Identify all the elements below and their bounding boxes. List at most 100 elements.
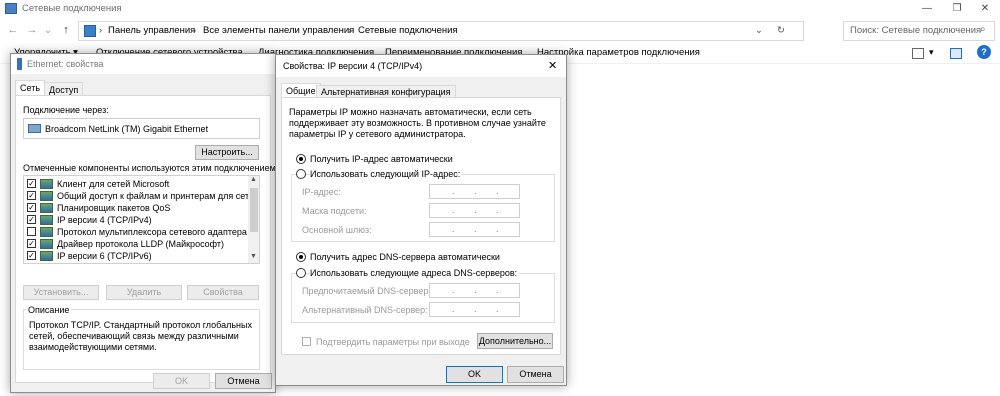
component-checkbox[interactable]: ✓ [27,251,36,260]
ethernet-dialog-title: Ethernet: свойства [27,59,104,69]
network-component-icon [40,251,53,261]
ip-manual-label[interactable]: Использовать следующий IP-адрес: [310,169,463,179]
address-bar[interactable]: › Панель управления › Все элементы панел… [78,21,804,41]
recent-locations-button[interactable]: ⌄ [40,22,56,38]
search-placeholder: Поиск: Сетевые подключения [850,25,982,36]
ipv4-cancel-button[interactable]: Отмена [507,366,564,383]
address-dropdown-icon[interactable]: ⌄ [755,25,763,36]
gateway-field[interactable]: ... [429,222,520,237]
validate-label: Подтвердить параметры при выходе [316,337,470,347]
search-icon[interactable]: ⌕ [980,24,986,35]
scroll-up-icon[interactable]: ▲ [250,176,257,183]
network-component-icon [40,203,53,213]
preview-pane-icon[interactable] [950,48,962,59]
component-row[interactable]: ✓ IP версии 6 (TCP/IPv6) [24,250,246,262]
control-panel-icon [84,25,96,37]
ethernet-icon [17,58,22,70]
component-row[interactable]: Протокол мультиплексора сетевого адаптер… [24,226,259,238]
component-row[interactable]: ✓ IP версии 4 (TCP/IPv4) [24,214,246,226]
breadcrumb-sep: › [193,25,197,36]
network-component-icon [40,227,53,237]
forward-button[interactable]: → [24,22,40,38]
component-checkbox[interactable]: ✓ [27,239,36,248]
subnet-mask-field[interactable]: ... [429,203,520,218]
dns-auto-label[interactable]: Получить адрес DNS-сервера автоматически [310,252,500,262]
component-label: Общий доступ к файлам и принтерам для се… [57,191,260,201]
description-label: Описание [26,305,72,315]
component-checkbox[interactable]: ✓ [27,203,36,212]
ip-manual-radio[interactable] [296,169,306,179]
component-checkbox[interactable]: ✓ [27,179,36,188]
component-label: IP версии 6 (TCP/IPv6) [57,251,152,261]
dns-preferred-label: Предпочитаемый DNS-сервер: [302,286,431,296]
connect-via-label: Подключение через: [23,105,109,115]
remove-button[interactable]: Удалить [106,285,182,300]
network-component-icon [40,179,53,189]
dns-manual-radio[interactable] [296,268,306,278]
network-component-icon [40,215,53,225]
components-label: Отмеченные компоненты используются этим … [23,163,279,173]
tab-sharing[interactable]: Доступ [44,82,84,96]
components-scrollbar[interactable]: ▲ ▼ [248,176,259,263]
ethernet-ok-button[interactable]: OK [153,373,210,389]
ipv4-dialog-title: Свойства: IP версии 4 (TCP/IPv4) [283,61,423,71]
install-button[interactable]: Установить... [23,285,99,300]
component-label: IP версии 4 (TCP/IPv4) [57,215,152,225]
refresh-icon[interactable]: ↻ [777,25,785,36]
ipv4-ok-button[interactable]: OK [446,366,503,383]
properties-button[interactable]: Свойства [187,285,259,300]
component-label: Драйвер протокола LLDP (Майкрософт) [57,239,225,249]
intro-text: Параметры IP можно назначать автоматичес… [289,107,546,139]
search-input[interactable]: Поиск: Сетевые подключения ⌕ [843,21,995,41]
view-dropdown-icon[interactable]: ▾ [929,47,934,58]
ip-address-field[interactable]: ... [429,184,520,199]
tab-general[interactable]: Общие [281,83,321,98]
dns-alternate-field[interactable]: ... [429,302,520,317]
general-tab-panel: Параметры IP можно назначать автоматичес… [281,97,561,355]
minimize-button[interactable]: — [912,0,942,18]
breadcrumb-network-connections[interactable]: Сетевые подключения [358,25,458,36]
dns-auto-radio[interactable] [296,252,306,262]
window-titlebar: Сетевые подключения — ❐ ✕ [0,0,1000,18]
ipv4-properties-dialog: Свойства: IP версии 4 (TCP/IPv4) ✕ Общие… [275,54,567,386]
breadcrumb-control-panel[interactable]: Панель управления [108,25,195,36]
configure-button[interactable]: Настроить... [195,145,259,160]
component-row[interactable]: ✓ Клиент для сетей Microsoft [24,178,246,190]
gateway-label: Основной шлюз: [302,225,372,235]
component-checkbox[interactable]: ✓ [27,191,36,200]
component-checkbox[interactable]: ✓ [27,215,36,224]
component-row[interactable]: ✓ Планировщик пакетов QoS [24,202,246,214]
up-button[interactable]: ↑ [58,22,74,38]
window-title: Сетевые подключения [22,3,122,14]
network-folder-icon [5,3,17,14]
ipv4-close-button[interactable]: ✕ [548,59,557,72]
ip-address-label: IP-адрес: [302,187,341,197]
ipv4-dialog-titlebar: Свойства: IP версии 4 (TCP/IPv4) ✕ [276,55,566,77]
component-row[interactable]: ✓ Общий доступ к файлам и принтерам для с… [24,190,259,202]
dns-manual-label[interactable]: Использовать следующие адреса DNS-сервер… [310,268,520,278]
component-label: Клиент для сетей Microsoft [57,179,170,189]
validate-checkbox[interactable] [302,337,311,346]
help-icon[interactable]: ? [977,45,991,59]
breadcrumb-sep: › [99,25,103,36]
network-component-icon [40,239,53,249]
ip-auto-radio[interactable] [296,154,306,164]
ip-auto-label[interactable]: Получить IP-адрес автоматически [310,154,453,164]
scroll-down-icon[interactable]: ▼ [250,253,257,260]
ethernet-cancel-button[interactable]: Отмена [215,373,272,389]
advanced-button[interactable]: Дополнительно... [477,333,553,349]
back-button[interactable]: ← [5,22,21,38]
scroll-thumb[interactable] [250,188,258,232]
subnet-mask-label: Маска подсети: [302,206,367,216]
view-options-icon[interactable] [912,48,924,59]
network-component-icon [40,191,53,201]
description-text: Протокол TCP/IP. Стандартный протокол гл… [29,320,252,352]
component-label: Протокол мультиплексора сетевого адаптер… [57,227,260,237]
component-row[interactable]: ✓ Драйвер протокола LLDP (Майкрософт) [24,238,246,250]
dns-preferred-field[interactable]: ... [429,283,520,298]
tab-network[interactable]: Сеть [15,80,46,96]
restore-button[interactable]: ❐ [942,0,972,18]
close-window-button[interactable]: ✕ [970,0,1000,18]
breadcrumb-all-items[interactable]: Все элементы панели управления [203,25,354,36]
component-checkbox[interactable] [27,227,36,236]
